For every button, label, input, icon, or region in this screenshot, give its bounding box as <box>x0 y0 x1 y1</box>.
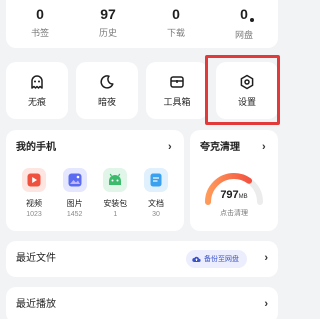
app-count: 1023 <box>26 211 42 218</box>
cloud-upload-icon <box>192 256 201 262</box>
stat-label: 网盘 <box>234 30 253 40</box>
app-count: 30 <box>152 211 160 218</box>
notification-dot <box>249 18 254 22</box>
stat-value-wrap: 0 <box>240 6 254 24</box>
app-label: 文档 <box>147 199 164 208</box>
app-label: 图片 <box>66 199 83 208</box>
app-label: 视频 <box>26 199 42 208</box>
tile-incognito[interactable]: 无痕 <box>6 62 68 119</box>
my-phone-apps: 视频 1023 图片 1452 安装包 1 文档 30 <box>12 168 178 219</box>
backup-to-cloud-button[interactable]: 备份至网盘 <box>186 250 247 268</box>
app-videos[interactable]: 视频 1023 <box>16 168 52 219</box>
my-phone-title: 我的手机 <box>16 142 56 153</box>
app-label: 安装包 <box>103 199 128 208</box>
cleanup-title: 夸克清理 <box>200 142 240 153</box>
gauge-value: 797 <box>220 189 239 201</box>
app-images[interactable]: 图片 1452 <box>57 168 93 219</box>
gauge-unit: MB <box>238 194 248 200</box>
toolbox-icon <box>170 76 184 88</box>
stats-card: 0 书签 97 历史 0 下载 0 网盘 <box>6 0 278 48</box>
stat-value: 0 <box>172 6 180 22</box>
ghost-icon <box>31 75 43 89</box>
stat-label: 书签 <box>30 28 49 38</box>
app-count: 1452 <box>66 211 83 218</box>
document-icon <box>143 168 168 192</box>
recent-play-title: 最近播放 <box>16 299 56 310</box>
recent-play-row[interactable]: 最近播放 › <box>6 287 278 319</box>
stat-value: 0 <box>240 6 248 22</box>
chevron-right-icon[interactable]: › <box>262 141 266 153</box>
tile-label: 暗夜 <box>97 97 116 107</box>
video-icon <box>22 168 46 192</box>
recent-files-row[interactable]: 最近文件 备份至网盘 › <box>6 241 278 277</box>
android-icon <box>103 168 128 192</box>
recent-files-title: 最近文件 <box>16 253 56 264</box>
stat-cloud-drive[interactable]: 0 网盘 <box>210 0 278 48</box>
tile-label: 无痕 <box>27 97 46 107</box>
chevron-right-icon[interactable]: › <box>264 252 268 264</box>
stat-value: 97 <box>100 6 116 22</box>
app-documents[interactable]: 文档 30 <box>138 168 174 219</box>
tile-toolbox[interactable]: 工具箱 <box>146 62 208 119</box>
gauge-value-wrap: 797MB <box>190 189 278 203</box>
stat-history[interactable]: 97 历史 <box>74 0 142 48</box>
stat-bookmarks[interactable]: 0 书签 <box>6 0 74 48</box>
tile-label: 工具箱 <box>163 97 191 107</box>
stat-downloads[interactable]: 0 下载 <box>142 0 210 48</box>
moon-icon <box>100 75 114 89</box>
stat-value: 0 <box>36 6 44 22</box>
app-packages[interactable]: 安装包 1 <box>97 168 133 219</box>
chevron-right-icon[interactable]: › <box>168 141 172 153</box>
image-icon <box>62 168 87 192</box>
cleanup-card[interactable]: 夸克清理 › 797MB 点击清理 <box>190 130 278 231</box>
tile-dark-mode[interactable]: 暗夜 <box>76 62 138 119</box>
stat-label: 历史 <box>98 28 117 38</box>
settings-highlight-box <box>205 55 280 125</box>
cleanup-action[interactable]: 点击清理 <box>190 209 278 218</box>
stat-label: 下载 <box>166 28 185 38</box>
app-count: 1 <box>113 211 118 218</box>
backup-label: 备份至网盘 <box>204 256 239 263</box>
my-phone-card[interactable]: 我的手机 › 视频 1023 图片 1452 安装包 1 文档 30 <box>6 130 184 231</box>
chevron-right-icon[interactable]: › <box>264 298 268 310</box>
